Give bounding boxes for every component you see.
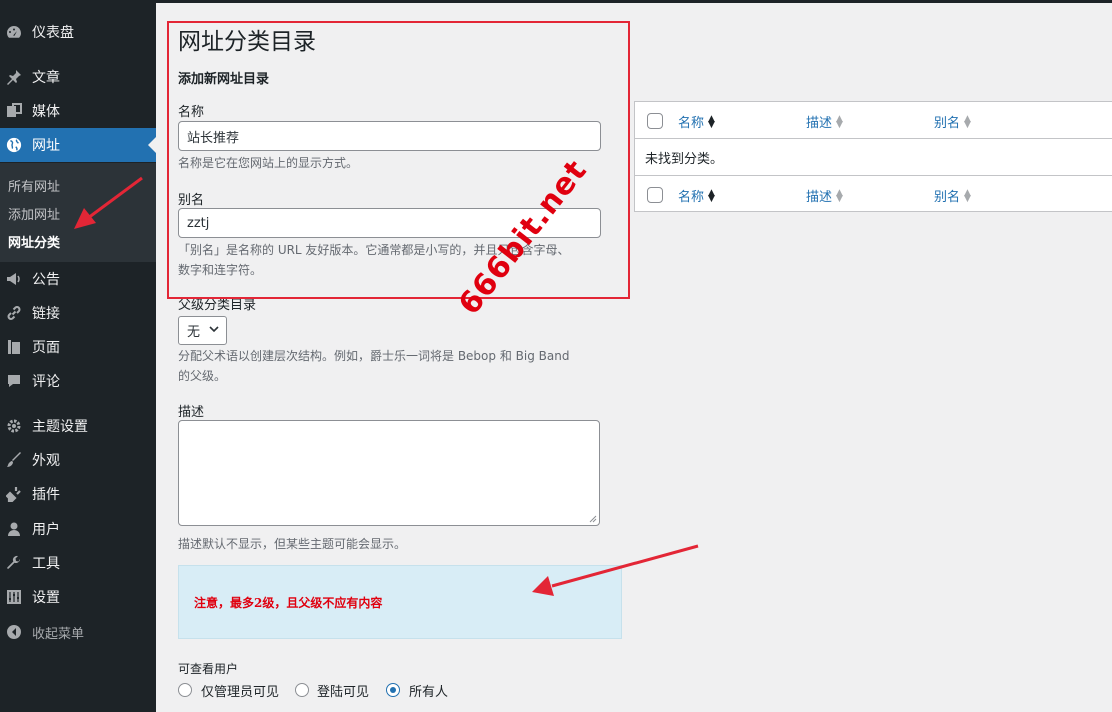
annotation-arrows xyxy=(74,176,699,596)
annotation-arrow-notice xyxy=(532,544,699,596)
annotation-arrow-sidebar xyxy=(74,176,143,229)
